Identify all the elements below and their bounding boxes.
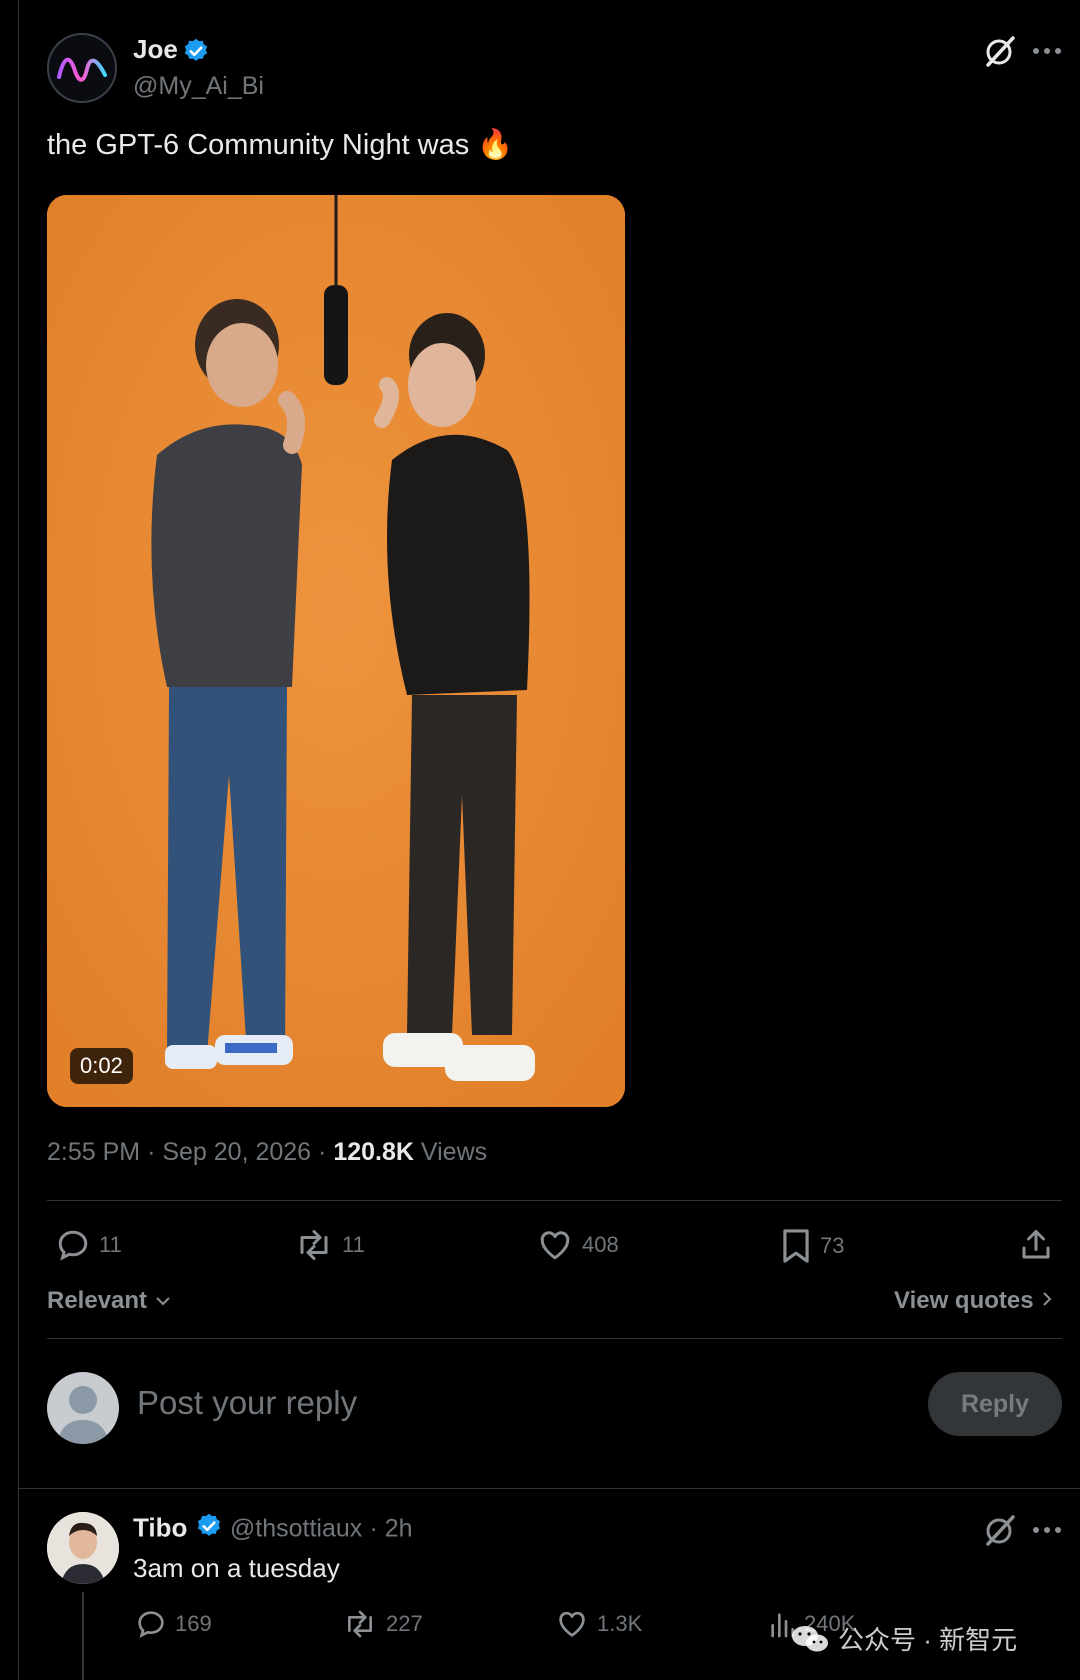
- timeline-border: [18, 0, 19, 1680]
- bookmark-count: 73: [820, 1233, 845, 1258]
- more-icon[interactable]: [1031, 37, 1063, 70]
- reply-like-count: 1.3K: [597, 1611, 643, 1636]
- post-video[interactable]: [47, 195, 625, 1107]
- author-name[interactable]: Joe: [133, 34, 178, 64]
- author-handle[interactable]: @My_Ai_Bi: [133, 72, 264, 101]
- meta-separator: ·: [318, 1138, 334, 1166]
- video-frame: [47, 195, 625, 1107]
- thread-line: [82, 1592, 84, 1680]
- reply-like-button[interactable]: 1.3K: [555, 1608, 642, 1640]
- divider: [47, 1200, 1062, 1201]
- user-avatar[interactable]: [47, 1372, 119, 1444]
- meta-separator: ·: [147, 1138, 163, 1166]
- view-quotes-label: View quotes: [894, 1287, 1034, 1314]
- reply-reply-count: 169: [175, 1611, 212, 1636]
- reply-submit-button[interactable]: Reply: [928, 1372, 1062, 1436]
- chevron-down-icon: [156, 1297, 170, 1306]
- bookmark-icon: [783, 1229, 809, 1263]
- like-button[interactable]: 408: [536, 1227, 619, 1263]
- watermark: 公众号 · 新智元: [790, 1620, 1017, 1657]
- repost-count: 11: [342, 1232, 365, 1257]
- post-text: the GPT-6 Community Night was 🔥: [47, 129, 514, 161]
- chevron-right-icon: [1043, 1292, 1052, 1306]
- repost-icon: [348, 1610, 372, 1638]
- divider: [47, 1338, 1062, 1339]
- author-logo: [57, 57, 107, 82]
- post-meta: 2:55 PM · Sep 20, 2026 · 120.8K Views: [47, 1138, 487, 1167]
- reply-author-name[interactable]: Tibo: [133, 1512, 187, 1542]
- divider: [18, 1488, 1080, 1489]
- wechat-icon: [792, 1625, 828, 1651]
- verified-icon: [182, 37, 210, 70]
- watermark-text: 公众号 · 新智元: [838, 1625, 1018, 1655]
- grok-icon[interactable]: [982, 1512, 1018, 1553]
- reply-avatar-photo: [47, 1512, 119, 1584]
- bookmark-button[interactable]: 73: [780, 1227, 844, 1265]
- more-icon[interactable]: [1031, 1516, 1063, 1549]
- reply-count: 11: [99, 1232, 122, 1257]
- reply-icon: [58, 1230, 88, 1261]
- reply-text: 3am on a tuesday: [133, 1553, 340, 1583]
- reply-button[interactable]: 11: [55, 1227, 122, 1263]
- share-icon: [1022, 1230, 1050, 1259]
- sort-label: Relevant: [47, 1287, 148, 1314]
- reply-repost-button[interactable]: 227: [342, 1608, 423, 1640]
- repost-button[interactable]: 11: [294, 1227, 365, 1263]
- views-count: 120.8K: [333, 1138, 414, 1166]
- reply-author-handle[interactable]: @thsottiaux: [230, 1514, 362, 1542]
- reply-time[interactable]: 2h: [385, 1514, 413, 1542]
- reply-header: Tibo @thsottiaux · 2h: [133, 1512, 413, 1547]
- reply-icon: [138, 1611, 164, 1638]
- repost-icon: [300, 1230, 328, 1260]
- video-duration-badge: 0:02: [70, 1048, 133, 1084]
- share-button[interactable]: [1018, 1227, 1054, 1263]
- author-name-row[interactable]: Joe: [133, 34, 210, 70]
- grok-icon[interactable]: [982, 33, 1018, 74]
- reply-author-avatar[interactable]: [47, 1512, 119, 1584]
- post-time[interactable]: 2:55 PM: [47, 1138, 140, 1166]
- post-date[interactable]: Sep 20, 2026: [162, 1138, 311, 1166]
- view-quotes-link[interactable]: View quotes: [894, 1287, 1054, 1315]
- like-icon: [540, 1231, 570, 1260]
- verified-icon: [195, 1512, 223, 1547]
- reply-reply-button[interactable]: 169: [135, 1608, 212, 1640]
- reply-input[interactable]: Post your reply: [137, 1384, 357, 1422]
- views-label: Views: [420, 1138, 488, 1166]
- reply-repost-count: 227: [386, 1611, 423, 1636]
- reply-separator: ·: [369, 1514, 385, 1543]
- sort-dropdown[interactable]: Relevant: [47, 1287, 172, 1315]
- like-count: 408: [582, 1232, 619, 1257]
- author-avatar[interactable]: [47, 33, 117, 103]
- default-avatar-icon: [57, 1386, 109, 1444]
- like-icon: [559, 1611, 585, 1637]
